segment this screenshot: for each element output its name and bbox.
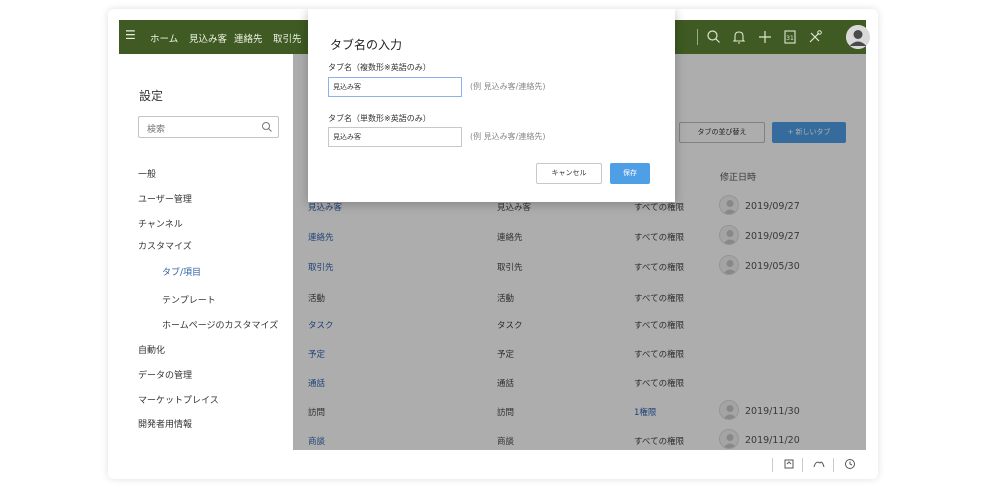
footer-divider xyxy=(833,458,834,472)
cancel-button[interactable]: キャンセル xyxy=(536,163,602,184)
sidebar-search[interactable] xyxy=(138,116,279,140)
avatar[interactable] xyxy=(846,25,870,49)
calendar-icon[interactable]: 31 xyxy=(780,27,800,47)
footer-bar xyxy=(119,450,866,479)
nav-home[interactable]: ホーム xyxy=(150,31,178,45)
search-icon[interactable] xyxy=(261,121,273,133)
search-input[interactable] xyxy=(139,120,249,140)
sidebar-item-developer[interactable]: 開発者用情報 xyxy=(138,417,192,430)
footer-divider xyxy=(772,458,773,472)
hamburger-icon[interactable]: ☰ xyxy=(125,28,136,42)
dialog-title: タブ名の入力 xyxy=(330,38,403,52)
sidebar-item-homepage-customize[interactable]: ホームページのカスタマイズ xyxy=(162,318,278,331)
singular-name-label: タブ名（単数形※英語のみ） xyxy=(328,114,431,123)
sidebar-item-marketplace[interactable]: マーケットプレイス xyxy=(138,393,219,406)
footer-divider xyxy=(802,458,803,472)
singular-name-input[interactable] xyxy=(328,127,462,147)
search-icon[interactable] xyxy=(704,27,724,47)
svg-text:31: 31 xyxy=(786,35,794,42)
sidebar-item-automation[interactable]: 自動化 xyxy=(138,343,165,356)
sidebar-item-templates[interactable]: テンプレート xyxy=(162,293,216,306)
nav-leads[interactable]: 見込み客 xyxy=(189,31,227,45)
nav-accounts[interactable]: 取引先 xyxy=(273,31,302,45)
plural-name-input[interactable] xyxy=(328,77,462,97)
plural-name-hint: (例 見込み客/連絡先) xyxy=(470,82,546,91)
bell-icon[interactable] xyxy=(729,27,749,47)
singular-name-hint: (例 見込み客/連絡先) xyxy=(470,132,546,141)
sidebar-item-general[interactable]: 一般 xyxy=(138,167,156,180)
share-icon[interactable] xyxy=(812,457,826,471)
plural-name-label: タブ名（複数形※英語のみ） xyxy=(328,63,431,72)
nav-separator xyxy=(697,29,698,45)
sidebar-item-data-management[interactable]: データの管理 xyxy=(138,368,192,381)
tab-name-dialog: タブ名の入力 タブ名（複数形※英語のみ） (例 見込み客/連絡先) タブ名（単数… xyxy=(308,9,675,202)
app-window: ☰ ホーム 見込み客 連絡先 取引先 31 設定 検索 一般 ユーザー管理 チャ… xyxy=(108,9,878,479)
refresh-icon[interactable] xyxy=(782,457,796,471)
sidebar-item-users[interactable]: ユーザー管理 xyxy=(138,192,192,205)
save-button[interactable]: 保存 xyxy=(610,163,650,184)
settings-sidebar: 設定 一般 ユーザー管理 チャンネル カスタマイズ タブ/項目 テンプレート ホ… xyxy=(119,54,293,479)
nav-contacts[interactable]: 連絡先 xyxy=(234,31,263,45)
user-avatar-icon xyxy=(846,25,870,49)
sidebar-item-customize[interactable]: カスタマイズ xyxy=(138,239,192,252)
page-title: 設定 xyxy=(139,89,164,103)
tools-icon[interactable] xyxy=(805,27,825,47)
sidebar-item-channels[interactable]: チャンネル xyxy=(138,217,183,230)
plus-icon[interactable] xyxy=(755,27,775,47)
sidebar-item-tabs-fields[interactable]: タブ/項目 xyxy=(162,265,201,278)
clock-icon[interactable] xyxy=(843,457,857,471)
